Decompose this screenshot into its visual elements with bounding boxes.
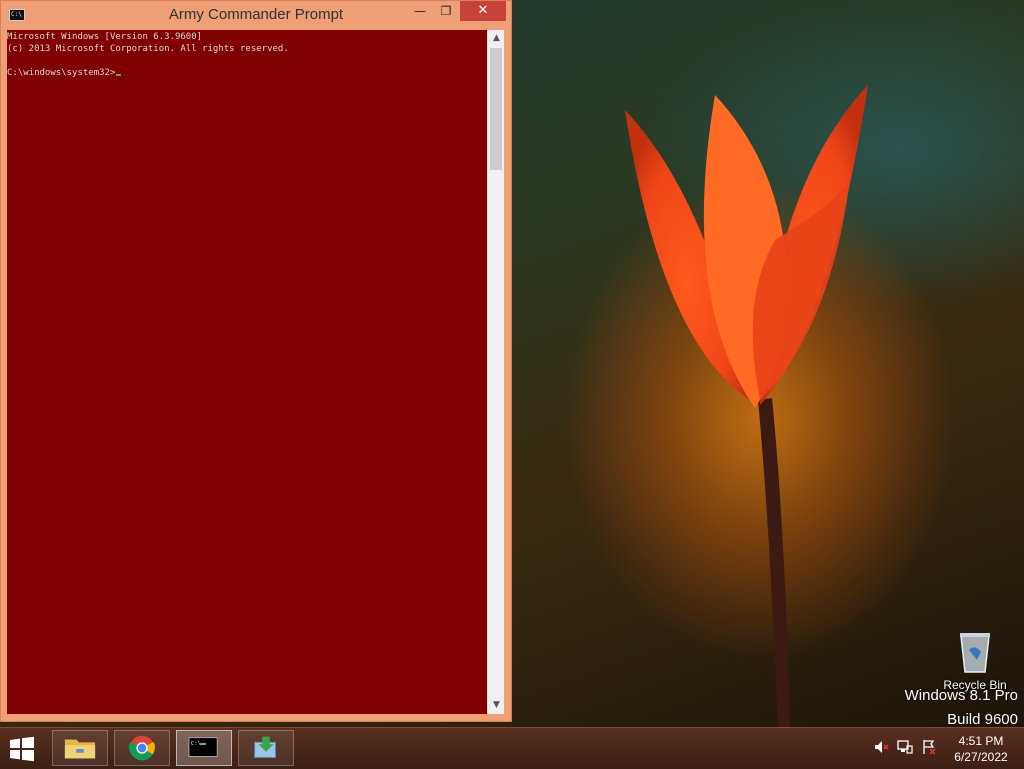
watermark-edition: Windows 8.1 Pro: [904, 687, 1018, 704]
action-center-icon[interactable]: [920, 738, 938, 756]
folder-icon: [64, 739, 96, 759]
network-icon[interactable]: [896, 738, 914, 756]
clock-date: 6/27/2022: [954, 750, 1008, 764]
taskbar: C:\ 4:51 PM 6/27/2022: [0, 727, 1024, 769]
text-cursor: [116, 74, 122, 76]
windows-start-icon[interactable]: [6, 736, 38, 762]
scroll-down-arrow-icon[interactable]: ▼: [488, 697, 505, 714]
restore-button[interactable]: ❐: [433, 1, 459, 21]
console-prompt-line[interactable]: C:\windows\system32>: [7, 67, 487, 79]
download-arrow-icon: [254, 736, 276, 758]
vertical-scrollbar[interactable]: ▲ ▼: [487, 30, 504, 714]
scroll-up-arrow-icon[interactable]: ▲: [488, 30, 505, 47]
speaker-muted-icon[interactable]: [872, 738, 890, 756]
scroll-thumb[interactable]: [490, 48, 502, 170]
console-line: Microsoft Windows [Version 6.3.9600]: [7, 32, 203, 42]
windows-build-watermark: Windows 8.1 Pro Build 9600: [905, 684, 1018, 732]
taskbar-clock[interactable]: 4:51 PM 6/27/2022: [944, 733, 1018, 765]
console-line: (c) 2013 Microsoft Corporation. All righ…: [7, 44, 289, 54]
tulip-wallpaper-image: [625, 85, 868, 728]
clock-time: 4:51 PM: [958, 734, 1004, 748]
recycle-bin-icon: [960, 633, 990, 673]
title-bar[interactable]: C:\ Army Commander Prompt — ❐ ✕: [1, 1, 511, 29]
close-button[interactable]: ✕: [460, 1, 506, 21]
taskbar-chrome-button[interactable]: [114, 730, 170, 766]
taskbar-file-explorer-button[interactable]: [52, 730, 108, 766]
cmd-icon: C:\: [188, 737, 218, 757]
taskbar-app-button[interactable]: [238, 730, 294, 766]
console-window[interactable]: C:\ Army Commander Prompt — ❐ ✕ Microsof…: [0, 0, 512, 722]
minimize-button[interactable]: —: [408, 1, 432, 21]
svg-text:C:\: C:\: [191, 741, 201, 747]
console-output-area[interactable]: Microsoft Windows [Version 6.3.9600] (c)…: [7, 30, 487, 714]
console-prompt: C:\windows\system32>: [7, 68, 116, 78]
taskbar-command-prompt-button[interactable]: C:\: [176, 730, 232, 766]
chrome-icon: [129, 735, 155, 761]
